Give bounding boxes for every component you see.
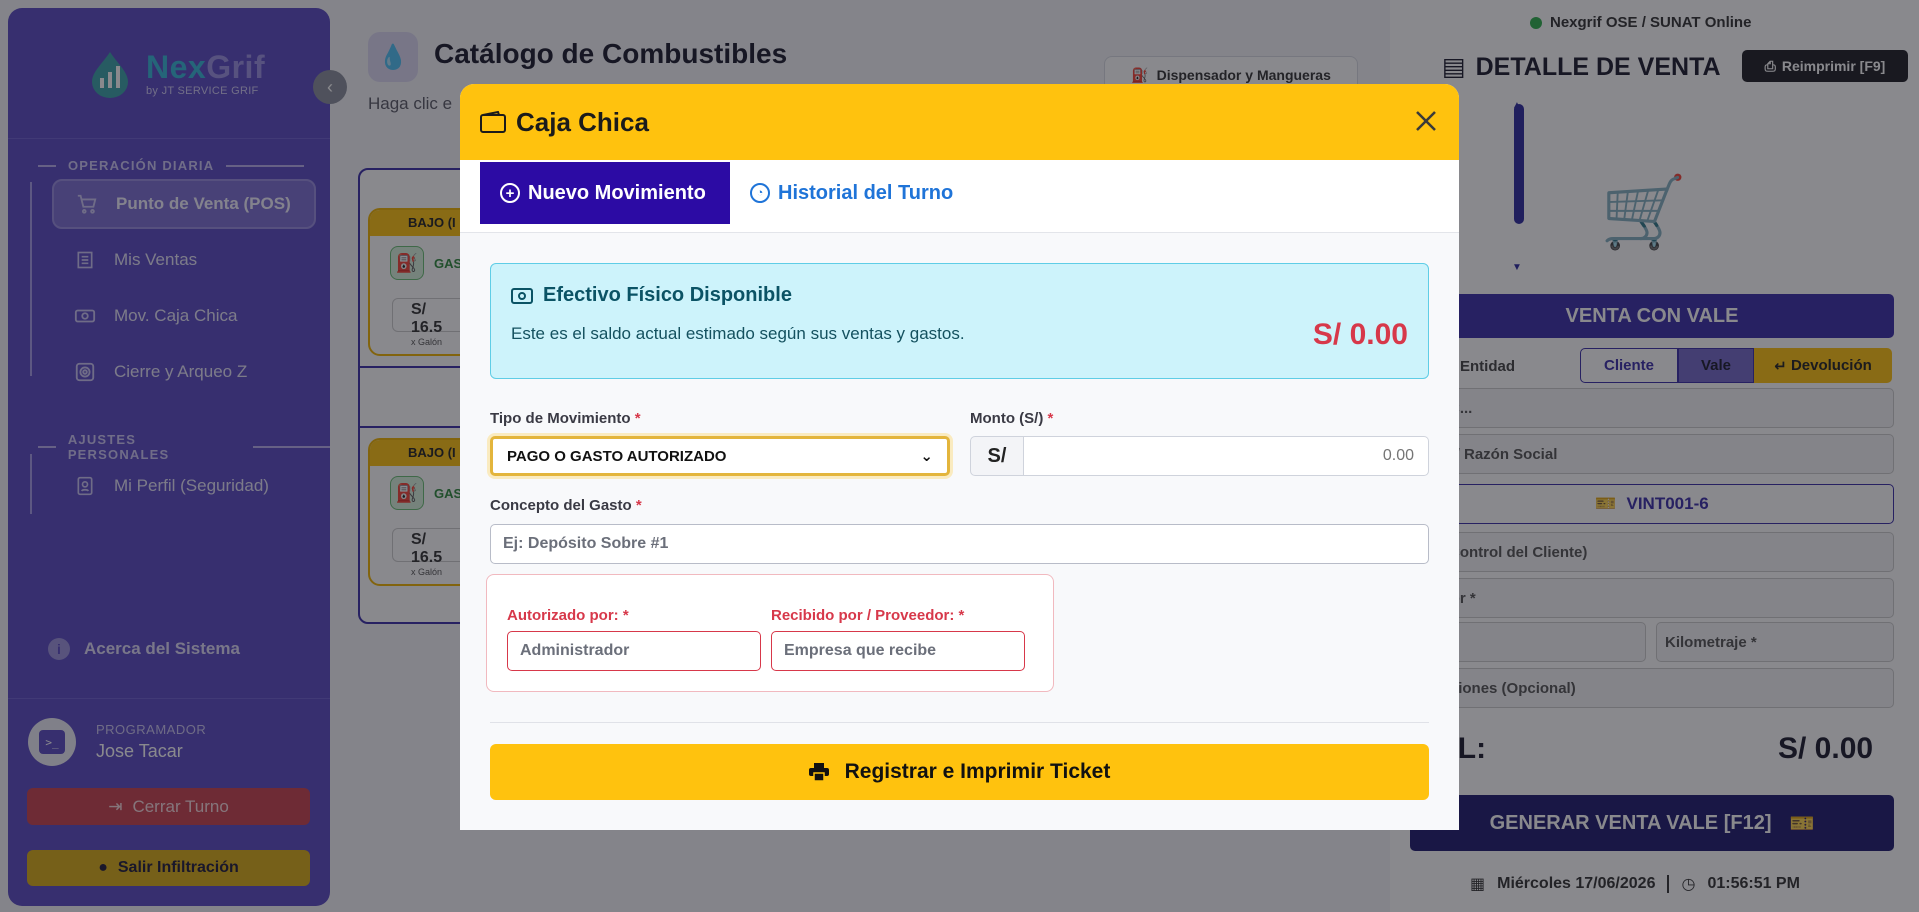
currency-prefix: S/ (970, 436, 1024, 476)
plus-circle-icon: + (500, 183, 520, 203)
amount-label: Monto (S/) * (970, 410, 1054, 427)
modal-header: Caja Chica (460, 84, 1459, 160)
money-bill-icon (511, 287, 533, 304)
received-by-input[interactable] (771, 631, 1025, 671)
chevron-down-icon: ⌄ (920, 448, 933, 465)
close-icon[interactable] (1411, 106, 1441, 136)
cash-value: S/ 0.00 (1312, 318, 1408, 351)
amount-group: S/ (970, 436, 1429, 476)
movement-type-label: Tipo de Movimiento * (490, 410, 641, 427)
wallet-icon (480, 111, 506, 133)
received-by-label: Recibido por / Proveedor: * (771, 607, 965, 624)
clock-icon: ◔ (750, 183, 770, 203)
concept-label: Concepto del Gasto * (490, 497, 642, 514)
printer-icon (808, 763, 829, 781)
available-cash-card: Efectivo Físico Disponible Este es el sa… (490, 263, 1429, 379)
movement-type-select[interactable]: PAGO O GASTO AUTORIZADO ⌄ (490, 436, 950, 476)
tab-new-movement[interactable]: + Nuevo Movimiento (480, 162, 730, 224)
modal-tabs: + Nuevo Movimiento ◔ Historial del Turno (460, 160, 1459, 233)
authorized-by-label: Autorizado por: * (507, 607, 629, 624)
divider (490, 722, 1429, 723)
petty-cash-modal: Caja Chica + Nuevo Movimiento ◔ Historia… (460, 84, 1459, 830)
tab-shift-history[interactable]: ◔ Historial del Turno (730, 162, 973, 224)
cash-description: Este es el saldo actual estimado según s… (511, 324, 965, 343)
modal-title: Caja Chica (516, 106, 649, 137)
authorization-group: Autorizado por: * Recibido por / Proveed… (486, 574, 1054, 692)
cash-title: Efectivo Físico Disponible (511, 284, 792, 307)
concept-input[interactable] (490, 524, 1429, 564)
authorized-by-input[interactable] (507, 631, 761, 671)
amount-input[interactable] (1024, 436, 1429, 476)
register-print-button[interactable]: Registrar e Imprimir Ticket (490, 744, 1429, 800)
